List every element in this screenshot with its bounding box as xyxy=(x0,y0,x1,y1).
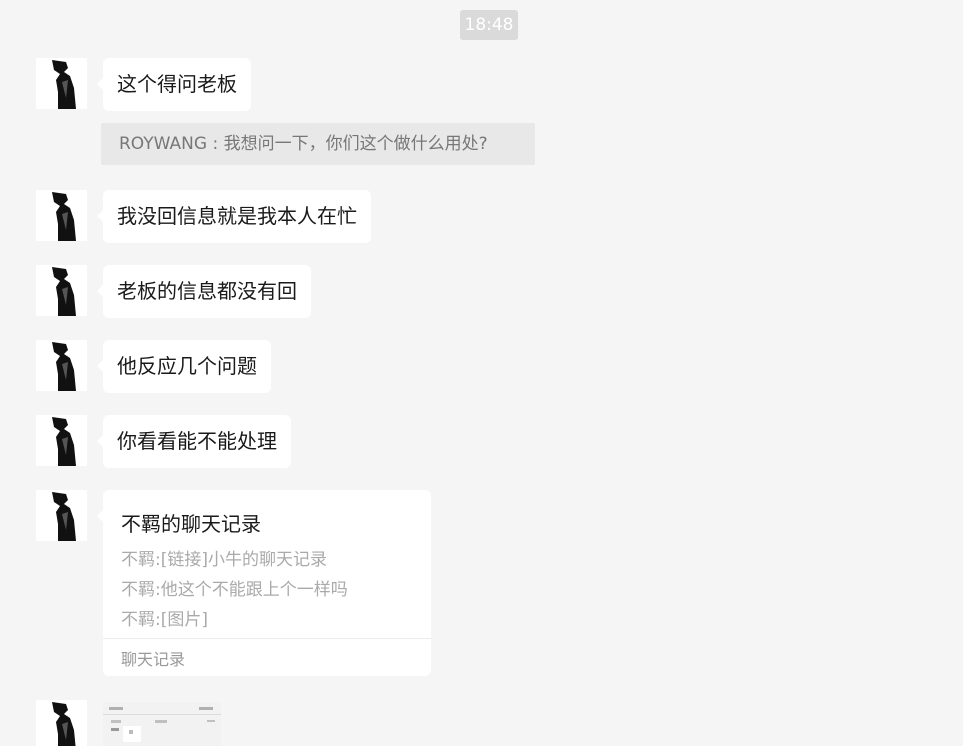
avatar[interactable] xyxy=(36,58,87,109)
chat-record-footer: 聊天记录 xyxy=(121,650,186,669)
message-text: 这个得问老板 xyxy=(117,72,237,96)
image-message-thumbnail[interactable] xyxy=(103,702,221,746)
avatar[interactable] xyxy=(36,190,87,241)
avatar[interactable] xyxy=(36,415,87,466)
message-text: 老板的信息都没有回 xyxy=(117,279,297,303)
message-bubble[interactable]: 他反应几个问题 xyxy=(97,340,271,393)
message-text: 我没回信息就是我本人在忙 xyxy=(117,204,357,228)
message-bubble[interactable]: 我没回信息就是我本人在忙 xyxy=(97,190,371,243)
screenshot-image-icon xyxy=(103,702,221,746)
message-timestamp: 18:48 xyxy=(460,10,518,40)
quoted-message-text: ROYWANG : 我想问一下，你们这个做什么用处? xyxy=(119,134,488,154)
avatar-photo-icon xyxy=(52,60,76,109)
avatar[interactable] xyxy=(36,340,87,391)
avatar[interactable] xyxy=(36,490,87,541)
message-bubble[interactable]: 你看看能不能处理 xyxy=(97,415,291,468)
avatar-photo-icon xyxy=(52,267,76,316)
chat-record-line: 不羁:[图片] xyxy=(121,610,208,630)
message-bubble[interactable]: 老板的信息都没有回 xyxy=(97,265,311,318)
avatar-photo-icon xyxy=(52,342,76,391)
quoted-message[interactable]: ROYWANG : 我想问一下，你们这个做什么用处? xyxy=(101,123,535,165)
chat-record-title: 不羁的聊天记录 xyxy=(121,512,261,536)
message-text: 你看看能不能处理 xyxy=(117,429,277,453)
avatar[interactable] xyxy=(36,265,87,316)
avatar[interactable] xyxy=(36,700,87,746)
message-text: 他反应几个问题 xyxy=(117,354,257,378)
avatar-photo-icon xyxy=(52,702,76,746)
chat-record-line: 不羁:他这个不能跟上个一样吗 xyxy=(121,580,348,600)
avatar-photo-icon xyxy=(52,417,76,466)
avatar-photo-icon xyxy=(52,192,76,241)
avatar-photo-icon xyxy=(52,492,76,541)
chat-record-line: 不羁:[链接]小牛的聊天记录 xyxy=(121,550,327,570)
card-divider xyxy=(103,638,431,639)
chat-record-card[interactable]: 不羁的聊天记录 不羁:[链接]小牛的聊天记录 不羁:他这个不能跟上个一样吗 不羁… xyxy=(97,490,431,676)
message-bubble[interactable]: 这个得问老板 xyxy=(97,58,251,111)
